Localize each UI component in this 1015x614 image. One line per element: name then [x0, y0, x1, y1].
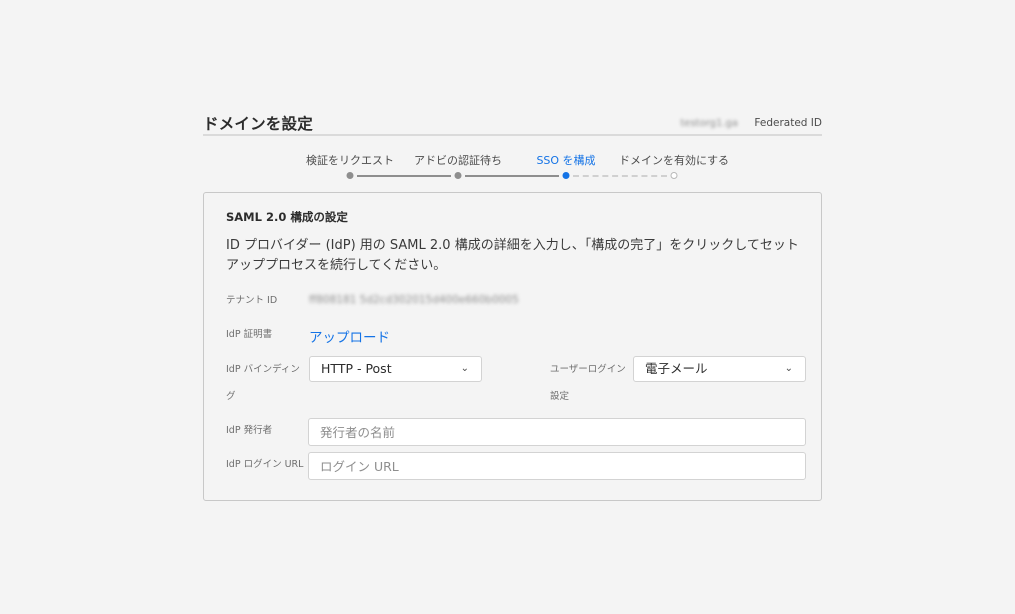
- user-login-label: ユーザーログイン設定: [550, 364, 626, 402]
- step-pending-dot: [670, 172, 678, 179]
- idp-certificate-label: IdP 証明書: [226, 329, 273, 340]
- step-connector-pending: [573, 175, 667, 177]
- idp-binding-value: HTTP - Post: [321, 361, 392, 376]
- step-activate-domain-label: ドメインを有効にする: [618, 154, 730, 167]
- idp-login-url-input[interactable]: [308, 452, 806, 480]
- idp-binding-select[interactable]: HTTP - Post ⌄: [309, 356, 482, 382]
- step-request-verification-label: 検証をリクエスト: [306, 154, 394, 167]
- idp-binding-label: IdP バインディング: [226, 364, 300, 402]
- step-done-dot: [346, 172, 354, 179]
- domain-name: testorg1.ga: [680, 118, 738, 129]
- chevron-down-icon: ⌄: [784, 363, 793, 374]
- tenant-id-label: テナント ID: [226, 295, 278, 306]
- step-done-dot: [454, 172, 462, 179]
- upload-certificate-link[interactable]: アップロード: [309, 326, 390, 346]
- configure-domain-page: ドメインを設定 testorg1.ga Federated ID 検証をリクエス…: [203, 112, 822, 501]
- step-connector: [357, 175, 451, 177]
- saml-config-panel: SAML 2.0 構成の設定 ID プロバイダー (IdP) 用の SAML 2…: [203, 192, 822, 501]
- idp-login-url-label: IdP ログイン URL: [226, 459, 304, 470]
- idp-issuer-input[interactable]: [308, 418, 806, 446]
- step-connector: [465, 175, 559, 177]
- step-active-dot: [562, 172, 570, 179]
- progress-stepper: 検証をリクエスト アドビの認証待ち SSO を構成 ドメインを有効にする: [291, 152, 741, 182]
- user-login-select[interactable]: 電子メール ⌄: [633, 356, 806, 382]
- panel-description: ID プロバイダー (IdP) 用の SAML 2.0 構成の詳細を入力し、「構…: [226, 238, 799, 273]
- user-login-value: 電子メール: [645, 361, 708, 376]
- panel-title: SAML 2.0 構成の設定: [226, 210, 348, 224]
- page-header: ドメインを設定 testorg1.ga Federated ID: [203, 112, 822, 136]
- chevron-down-icon: ⌄: [460, 363, 469, 374]
- idp-issuer-label: IdP 発行者: [226, 425, 273, 436]
- step-configure-sso-label: SSO を構成: [536, 154, 596, 167]
- page-title: ドメインを設定: [203, 115, 313, 133]
- id-type-label: Federated ID: [754, 117, 822, 129]
- tenant-id-value: ff808181 5d2cd302015d400e660b0005: [309, 294, 519, 306]
- step-awaiting-adobe-label: アドビの認証待ち: [414, 154, 502, 167]
